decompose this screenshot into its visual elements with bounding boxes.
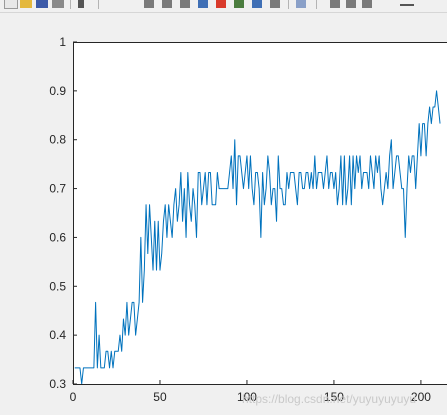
rotate-icon[interactable] <box>198 0 208 8</box>
figure-toolbar <box>0 0 447 13</box>
link-plot-icon[interactable] <box>270 0 280 8</box>
y-tick-label: 0.4 <box>49 328 66 342</box>
zoom-out-icon[interactable] <box>162 0 172 8</box>
toolbar-icon[interactable] <box>330 0 340 8</box>
watermark: https://blog.csdn.net/yuyuyuyuyu <box>242 392 416 406</box>
open-file-icon[interactable] <box>20 0 32 8</box>
x-tick-label: 0 <box>70 390 77 404</box>
x-tick-label: 50 <box>153 390 167 404</box>
y-tick-label: 0.3 <box>49 377 66 391</box>
y-tick-label: 1 <box>59 35 66 49</box>
zoom-in-icon[interactable] <box>144 0 154 8</box>
edit-plot-icon[interactable] <box>78 0 84 8</box>
figure-canvas: 0.30.40.50.60.70.80.91 0 50 100 150 200 http… <box>49 35 447 406</box>
save-icon[interactable] <box>36 0 48 8</box>
print-icon[interactable] <box>52 0 64 8</box>
new-figure-icon[interactable] <box>4 0 18 9</box>
brush-icon[interactable] <box>234 0 244 8</box>
toolbar-separator <box>98 0 99 9</box>
insert-legend-icon[interactable] <box>252 0 262 8</box>
toolbar-separator <box>288 0 289 9</box>
toolbar-icon[interactable] <box>346 0 356 8</box>
minimize-icon[interactable] <box>400 4 414 6</box>
toolbar-icon[interactable] <box>362 0 372 8</box>
y-tick-label: 0.9 <box>49 84 66 98</box>
y-tick-label: 0.7 <box>49 182 66 196</box>
toolbar-separator <box>70 0 71 9</box>
y-tick-label: 0.6 <box>49 230 66 244</box>
toolbar-separator <box>316 0 317 9</box>
dock-icon[interactable] <box>296 0 306 8</box>
y-axis: 0.3 0.4 0.5 0.6 0.7 0.8 0.9 1 <box>49 35 77 391</box>
y-tick-label: 0.8 <box>49 133 66 147</box>
pan-icon[interactable] <box>180 0 190 8</box>
data-cursor-icon[interactable] <box>216 0 226 8</box>
y-tick-label: 0.5 <box>49 279 66 293</box>
